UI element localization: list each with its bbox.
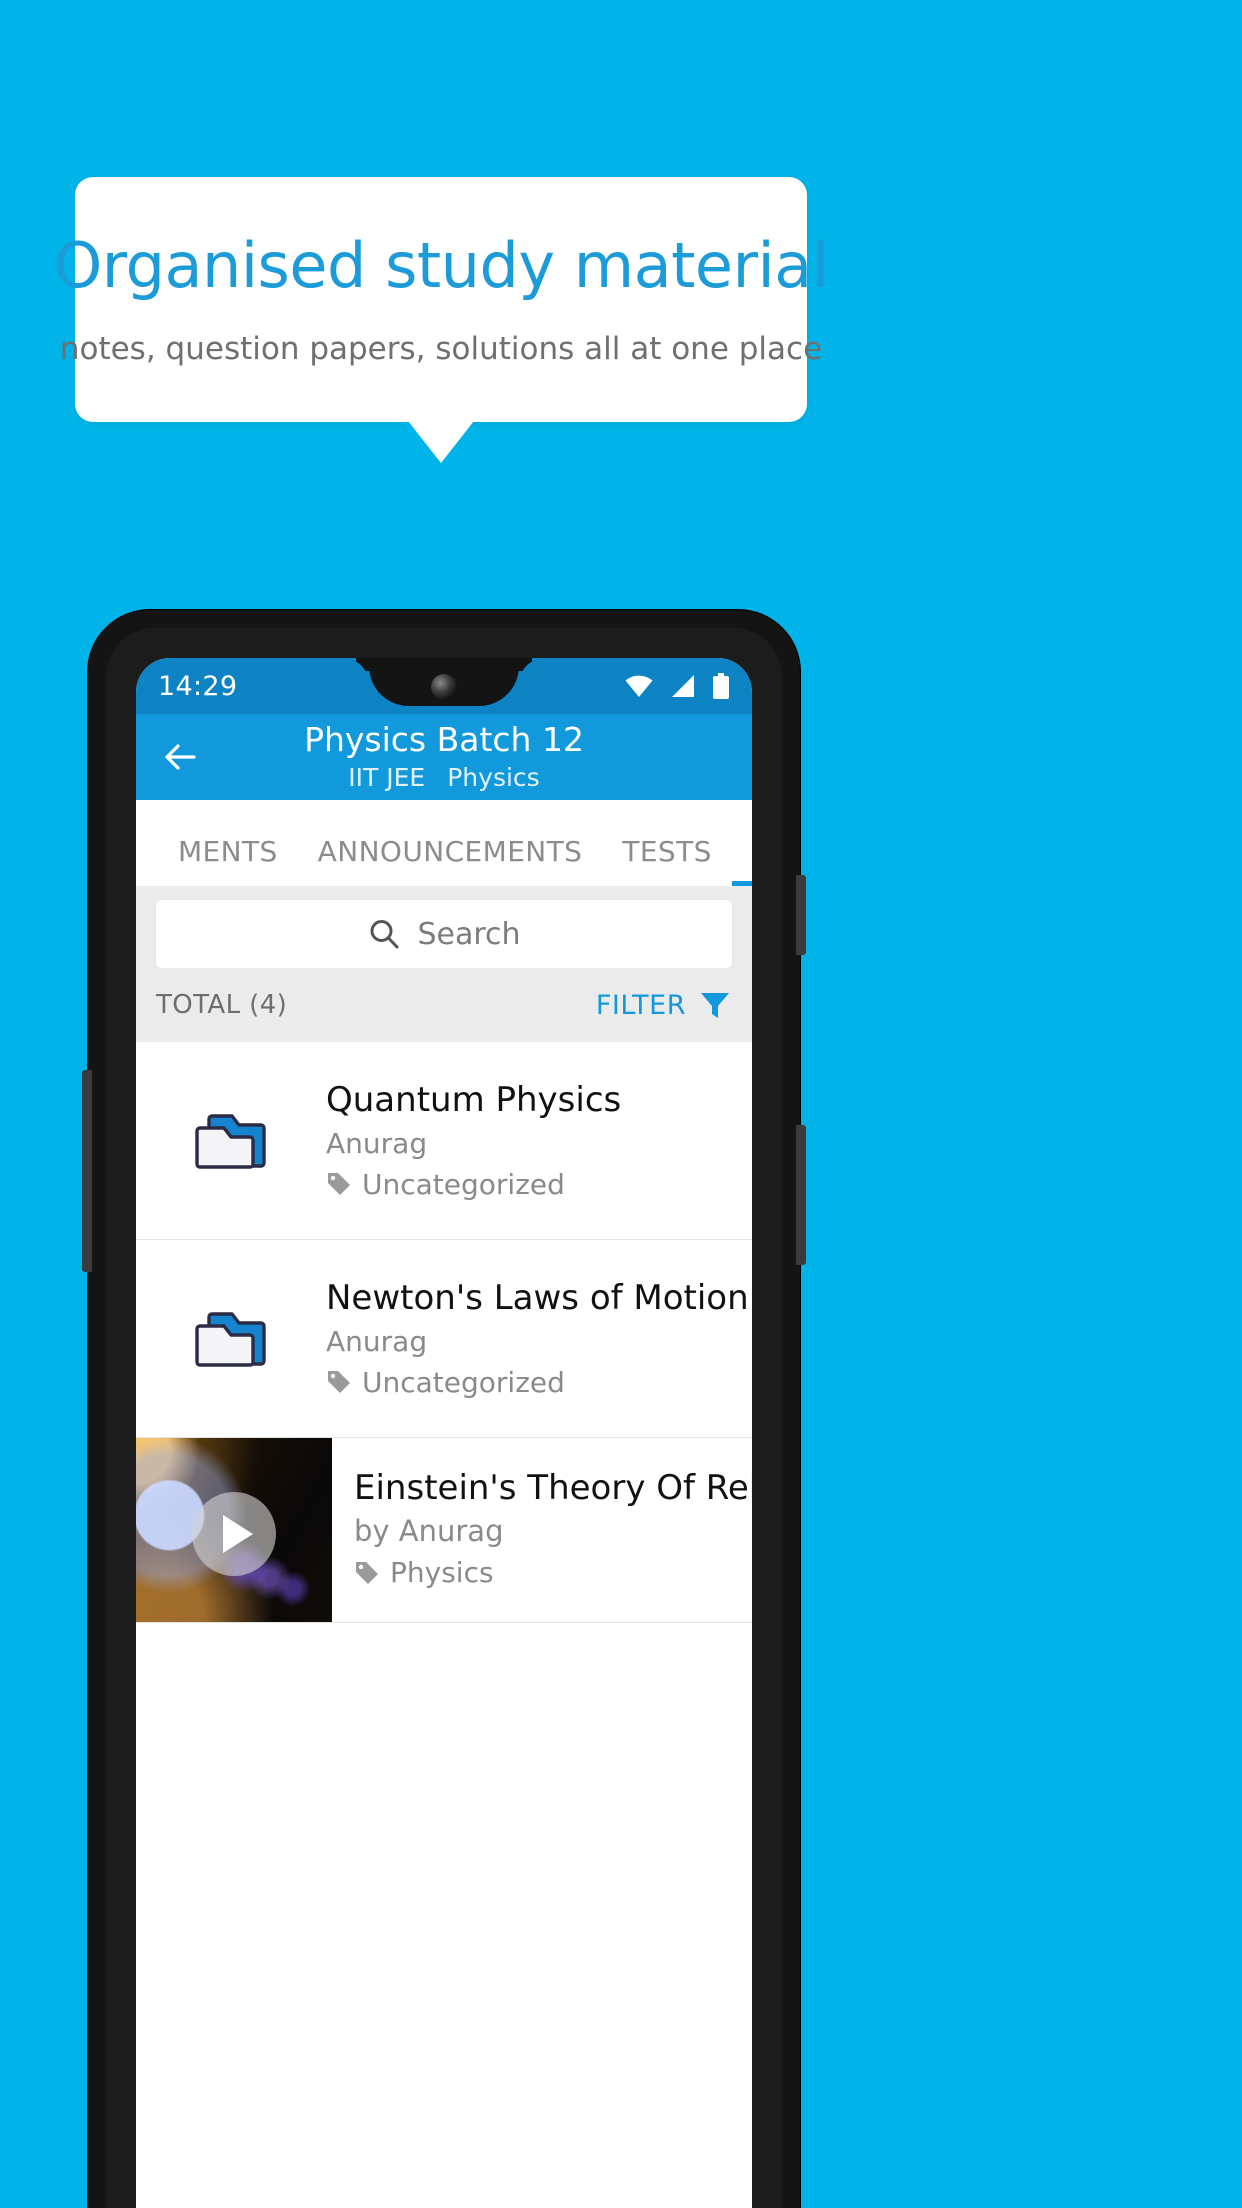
wifi-icon [625, 675, 653, 697]
search-input[interactable]: Search [156, 900, 732, 968]
video-thumbnail[interactable] [136, 1438, 332, 1622]
list-item-tag: Physics [354, 1556, 752, 1589]
list-item-texts: Newton's Laws of Motion Anurag Uncategor… [326, 1278, 752, 1399]
status-bar: 14:29 [136, 658, 752, 714]
back-arrow-icon[interactable] [158, 735, 202, 779]
battery-icon [713, 673, 729, 699]
tab-announcements[interactable]: ANNOUNCEMENTS [298, 835, 603, 886]
phone-right-power-button[interactable] [796, 1125, 806, 1265]
search-section: Search [136, 886, 752, 968]
promo-callout-tail [408, 421, 474, 463]
list-item-tag-label: Physics [390, 1556, 494, 1589]
app-bar-titles: Physics Batch 12 IIT JEE Physics [136, 720, 752, 792]
promo-callout-card: Organised study material notes, question… [53, 177, 829, 422]
list-item[interactable]: Einstein's Theory Of Relativity by Anura… [136, 1438, 752, 1623]
folder-icon [195, 1311, 266, 1367]
list-item-author: Anurag [326, 1126, 428, 1160]
subtitle-exam: IIT JEE [348, 762, 426, 792]
phone-right-volume-button[interactable] [796, 875, 806, 955]
play-triangle [223, 1514, 253, 1553]
tag-icon [356, 1561, 378, 1584]
list-item-tag-label: Uncategorized [362, 1167, 565, 1201]
tab-videos[interactable]: VIDEOS [731, 835, 752, 886]
total-count-label: TOTAL (4) [156, 990, 288, 1020]
list-meta-row: TOTAL (4) FILTER [136, 968, 752, 1042]
phone-bezel: 14:29 Physics Batch 12 IIT JEE Physics M… [106, 628, 782, 2208]
list-item-title: Newton's Laws of Motion [326, 1278, 749, 1319]
filter-button[interactable]: FILTER [596, 988, 732, 1022]
list-item-title: Quantum Physics [326, 1080, 622, 1121]
list-item[interactable]: Quantum Physics Anurag Uncategorized [136, 1042, 752, 1240]
subtitle-subject: Physics [447, 762, 540, 792]
folder-icon [195, 1113, 266, 1169]
phone-mockup: 14:29 Physics Batch 12 IIT JEE Physics M… [82, 610, 806, 2208]
promo-subtitle: notes, question papers, solutions all at… [59, 330, 823, 367]
list-item-tag: Uncategorized [326, 1168, 621, 1201]
front-camera-icon [431, 674, 457, 700]
folder-icon-container [136, 1106, 326, 1176]
search-placeholder: Search [417, 916, 521, 952]
app-bar: Physics Batch 12 IIT JEE Physics [136, 714, 752, 800]
play-icon[interactable] [192, 1491, 276, 1576]
tab-assignments[interactable]: MENTS [158, 835, 298, 886]
signal-icon [672, 675, 694, 697]
phone-left-side-button[interactable] [82, 1070, 92, 1272]
status-time: 14:29 [158, 670, 238, 702]
list-item[interactable]: Newton's Laws of Motion Anurag Uncategor… [136, 1240, 752, 1438]
content-list: Quantum Physics Anurag Uncategorized New… [136, 1042, 752, 1623]
folder-icon-container [136, 1304, 326, 1374]
list-item-author: by Anurag [354, 1514, 504, 1548]
page-title: Physics Batch 12 [304, 720, 584, 760]
app-bar-subtitle: IIT JEE Physics [206, 763, 682, 792]
list-item-texts: Einstein's Theory Of Relativity by Anura… [332, 1438, 752, 1622]
list-item-tag-label: Uncategorized [362, 1365, 565, 1399]
list-item-author: Anurag [326, 1324, 428, 1358]
promo-title: Organised study material [53, 229, 829, 303]
list-item-texts: Quantum Physics Anurag Uncategorized [326, 1080, 641, 1201]
list-item-tag: Uncategorized [326, 1366, 749, 1399]
status-icons [624, 673, 730, 699]
phone-notch [369, 658, 519, 706]
filter-icon [701, 993, 729, 1018]
tab-tests[interactable]: TESTS [602, 835, 731, 886]
filter-label: FILTER [595, 989, 686, 1021]
tag-icon [328, 1173, 350, 1196]
list-item-title: Einstein's Theory Of Relativity [354, 1468, 752, 1508]
tag-icon [328, 1371, 350, 1394]
search-icon [370, 920, 399, 949]
tab-bar: MENTS ANNOUNCEMENTS TESTS VIDEOS [136, 800, 752, 886]
phone-screen: 14:29 Physics Batch 12 IIT JEE Physics M… [136, 658, 752, 2208]
